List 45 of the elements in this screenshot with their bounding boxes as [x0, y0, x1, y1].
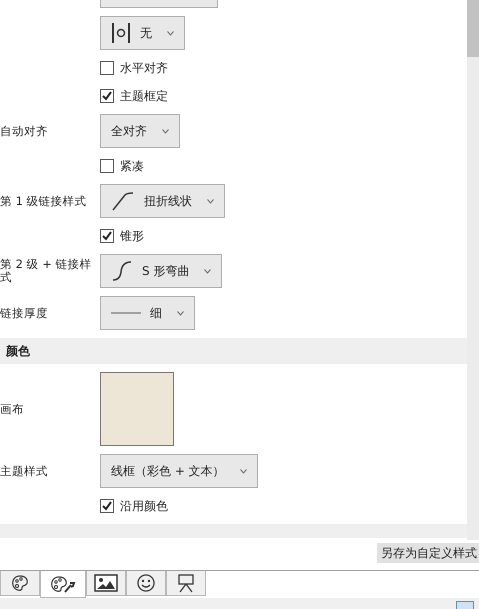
chevron-down-icon: [204, 268, 212, 274]
dropdown-button[interactable]: 细: [100, 296, 195, 330]
chevron-down-icon: [177, 310, 184, 316]
easel-icon: [176, 573, 196, 593]
tab[interactable]: [86, 571, 126, 596]
checkmark-icon: [102, 91, 112, 101]
field-label: 画布: [0, 402, 25, 416]
checkmark-icon: [102, 231, 112, 241]
dropdown-button[interactable]: 扭折线状: [100, 184, 225, 218]
chevron-down-icon: [167, 30, 174, 36]
color-swatch[interactable]: [100, 372, 174, 446]
smiley-icon: [136, 573, 156, 593]
save-style-button[interactable]: 另存为自定义样式: [377, 543, 479, 563]
dropdown-button[interactable]: 全对齐: [100, 114, 180, 148]
dropdown-button[interactable]: S 形弯曲: [100, 254, 222, 288]
field-label: 链接厚度: [0, 306, 49, 320]
tab[interactable]: [40, 571, 86, 598]
chevron-down-icon: [207, 198, 214, 204]
spacing-icon: [111, 22, 131, 44]
chevron-down-icon: [162, 128, 169, 134]
section-header: 颜色: [0, 338, 467, 364]
palette-wrench-icon: [49, 574, 77, 594]
field-label: 自动对齐: [0, 124, 49, 138]
checkbox[interactable]: 沿用颜色: [100, 498, 168, 514]
s-curve-icon: [111, 260, 133, 282]
scrollbar[interactable]: [467, 0, 479, 540]
field-label: 主题样式: [0, 464, 49, 478]
checkmark-icon: [102, 501, 112, 511]
checkbox[interactable]: 紧凑: [100, 158, 144, 174]
tab[interactable]: [0, 571, 40, 596]
image-icon: [94, 574, 118, 592]
field-label: 第 1 级链接样式: [0, 194, 88, 208]
chevron-down-icon: [240, 468, 247, 474]
line-icon: [111, 311, 141, 315]
curve-icon: [111, 191, 135, 211]
layout-icon[interactable]: [456, 601, 474, 609]
field-label: 第 2 级 + 链接样式: [0, 258, 93, 284]
tab[interactable]: [126, 571, 166, 596]
dropdown-button[interactable]: 线框（彩色 + 文本）: [100, 454, 258, 488]
dropdown-button[interactable]: 无: [100, 16, 185, 50]
checkbox[interactable]: 水平对齐: [100, 60, 168, 76]
tab[interactable]: [166, 571, 206, 596]
palette-icon: [10, 573, 30, 593]
checkbox[interactable]: 主题框定: [100, 88, 168, 104]
checkbox[interactable]: 锥形: [100, 228, 144, 244]
